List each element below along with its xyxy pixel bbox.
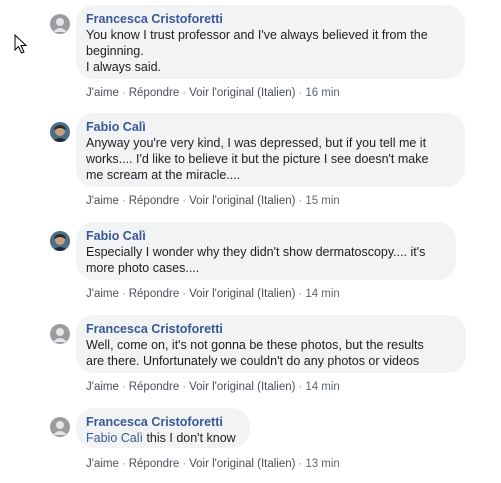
default-avatar-icon: [50, 14, 70, 34]
comment-actions: J'aime · Répondre · Voir l'original (Italien…: [86, 381, 340, 393]
see-original-button[interactable]: Voir l'original (Italien): [189, 458, 295, 470]
profile-photo-icon: [50, 231, 70, 251]
comment-timestamp[interactable]: 14 min: [305, 288, 340, 300]
comment-author[interactable]: Francesca Cristoforetti: [86, 414, 240, 430]
see-original-button[interactable]: Voir l'original (Italien): [189, 87, 295, 99]
see-original-button[interactable]: Voir l'original (Italien): [189, 195, 295, 207]
profile-photo-icon: [50, 122, 70, 142]
like-button[interactable]: J'aime: [86, 458, 119, 470]
reply-button[interactable]: Répondre: [129, 195, 180, 207]
comment-timestamp[interactable]: 14 min: [305, 381, 340, 393]
comment-actions: J'aime · Répondre · Voir l'original (Italien…: [86, 87, 340, 99]
comment-timestamp[interactable]: 15 min: [305, 195, 340, 207]
comment-bubble: Fabio Calì Anyway you're very kind, I wa…: [76, 113, 465, 187]
comment-bubble: Francesca Cristoforetti Fabio Calì this …: [76, 408, 250, 448]
comment-text: Especially I wonder why they didn't show…: [86, 245, 426, 275]
like-button[interactable]: J'aime: [86, 381, 119, 393]
comment-actions: J'aime · Répondre · Voir l'original (Italien…: [86, 458, 340, 470]
avatar[interactable]: [50, 14, 70, 34]
comment-text-body: this I don't know: [142, 431, 236, 445]
reply-button[interactable]: Répondre: [129, 87, 180, 99]
comment-timestamp[interactable]: 13 min: [305, 458, 340, 470]
comment-actions: J'aime · Répondre · Voir l'original (Italien…: [86, 288, 340, 300]
reply-button[interactable]: Répondre: [129, 288, 180, 300]
comment-bubble: Francesca Cristoforetti Well, come on, i…: [76, 315, 466, 373]
comment-bubble: Fabio Calì Especially I wonder why they …: [76, 222, 456, 280]
see-original-button[interactable]: Voir l'original (Italien): [189, 288, 295, 300]
comment-author[interactable]: Fabio Calì: [86, 228, 446, 244]
reply-button[interactable]: Répondre: [129, 381, 180, 393]
mouse-cursor-icon: [14, 34, 28, 54]
avatar[interactable]: [50, 324, 70, 344]
comment-text: Anyway you're very kind, I was depressed…: [86, 136, 429, 182]
avatar[interactable]: [50, 417, 70, 437]
reply-button[interactable]: Répondre: [129, 458, 180, 470]
comment-actions: J'aime · Répondre · Voir l'original (Italien…: [86, 195, 340, 207]
default-avatar-icon: [50, 417, 70, 437]
see-original-button[interactable]: Voir l'original (Italien): [189, 381, 295, 393]
comment-text: Well, come on, it's not gonna be these p…: [86, 338, 424, 368]
avatar[interactable]: [50, 122, 70, 142]
default-avatar-icon: [50, 324, 70, 344]
comment-timestamp[interactable]: 16 min: [305, 87, 340, 99]
like-button[interactable]: J'aime: [86, 87, 119, 99]
comment-text: You know I trust professor and I've alwa…: [86, 28, 428, 74]
avatar[interactable]: [50, 231, 70, 251]
like-button[interactable]: J'aime: [86, 195, 119, 207]
comment-author[interactable]: Francesca Cristoforetti: [86, 321, 456, 337]
comment-author[interactable]: Fabio Calì: [86, 119, 455, 135]
mention-link[interactable]: Fabio Calì: [86, 431, 143, 445]
like-button[interactable]: J'aime: [86, 288, 119, 300]
comment-author[interactable]: Francesca Cristoforetti: [86, 11, 455, 27]
comment-bubble: Francesca Cristoforetti You know I trust…: [76, 5, 465, 79]
comment-text: Fabio Calì this I don't know: [86, 430, 240, 446]
